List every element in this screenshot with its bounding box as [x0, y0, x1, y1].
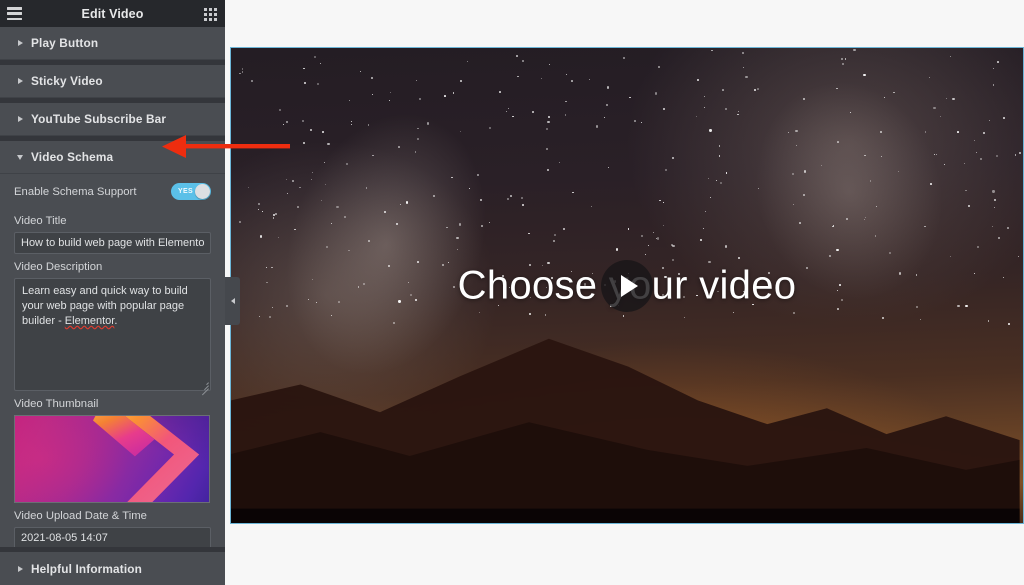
grid-icon[interactable]	[204, 8, 217, 21]
panel-collapse-handle[interactable]	[225, 277, 240, 325]
play-triangle	[620, 274, 638, 297]
section-youtube-subscribe-bar[interactable]: YouTube Subscribe Bar	[0, 103, 225, 136]
toggle-knob	[195, 184, 210, 199]
play-icon[interactable]	[601, 259, 653, 312]
section-label: YouTube Subscribe Bar	[31, 112, 167, 126]
video-description-input[interactable]: Learn easy and quick way to build your w…	[14, 278, 211, 391]
video-description-wrapper: Learn easy and quick way to build your w…	[14, 278, 211, 396]
video-upload-date-input[interactable]	[14, 527, 211, 549]
section-label: Sticky Video	[31, 74, 103, 88]
section-play-button[interactable]: Play Button	[0, 27, 225, 60]
video-thumbnail-image[interactable]	[14, 415, 210, 503]
video-title-input[interactable]	[14, 232, 211, 254]
toggle-value-label: YES	[178, 188, 193, 195]
section-label: Video Schema	[31, 150, 114, 164]
app-root: Edit Video Play Button Sticky Video YouT…	[0, 0, 1024, 585]
video-title-label: Video Title	[14, 215, 67, 227]
description-text-part2: .	[114, 315, 118, 327]
chevron-down-icon	[9, 154, 31, 160]
panel-bottom: Helpful Information	[0, 547, 225, 585]
chevron-right-icon	[9, 116, 31, 122]
enable-schema-row: Enable Schema Support YES	[14, 174, 211, 208]
chevron-right-icon	[9, 40, 31, 46]
elementor-chevron-icon	[92, 416, 199, 502]
chevron-left-icon	[230, 298, 235, 304]
enable-schema-toggle[interactable]: YES	[171, 183, 211, 200]
video-thumbnail-label: Video Thumbnail	[14, 398, 99, 410]
video-upload-date-label: Video Upload Date & Time	[14, 510, 147, 522]
chevron-right-icon	[9, 78, 31, 84]
video-preview[interactable]: Choose your video	[230, 47, 1024, 524]
panel-titlebar: Edit Video	[0, 0, 225, 27]
section-sticky-video[interactable]: Sticky Video	[0, 65, 225, 98]
mountain-silhouette	[231, 338, 1020, 523]
section-video-schema[interactable]: Video Schema	[0, 141, 225, 174]
video-description-label: Video Description	[14, 261, 103, 273]
enable-schema-label: Enable Schema Support	[14, 185, 137, 198]
section-helpful-information[interactable]: Helpful Information	[0, 552, 225, 585]
chevron-right-icon	[9, 565, 31, 572]
editor-panel: Edit Video Play Button Sticky Video YouT…	[0, 0, 225, 585]
page-title: Edit Video	[81, 6, 144, 21]
video-schema-body: Enable Schema Support YES Video Title Vi…	[0, 174, 225, 561]
editor-canvas: Choose your video	[225, 0, 1024, 585]
section-label: Play Button	[31, 36, 99, 50]
description-misspelled-word: Elementor	[64, 315, 115, 327]
section-label: Helpful Information	[31, 561, 142, 576]
